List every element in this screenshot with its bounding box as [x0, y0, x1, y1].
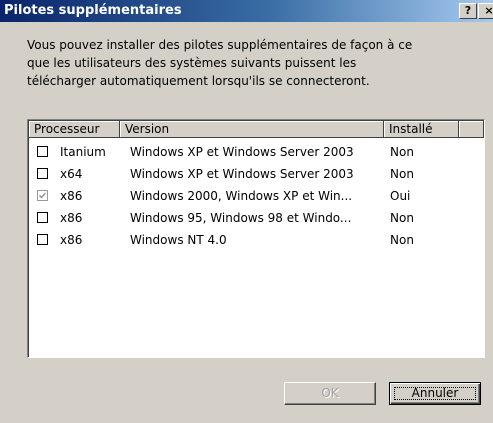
- driver-row[interactable]: x86 Windows NT 4.0 Non: [29, 229, 483, 251]
- ok-button: OK: [284, 382, 376, 405]
- processor-cell: x64: [60, 167, 83, 181]
- additional-drivers-dialog: Pilotes supplémentaires ? × Vous pouvez …: [0, 0, 493, 423]
- column-header-empty[interactable]: [459, 121, 484, 138]
- version-cell: Windows XP et Windows Server 2003: [130, 167, 354, 181]
- driver-checkbox[interactable]: [37, 168, 48, 179]
- column-header-version[interactable]: Version: [120, 121, 384, 138]
- driver-row[interactable]: x86 Windows 95, Windows 98 et Windo... N…: [29, 207, 483, 229]
- processor-cell: x86: [60, 211, 83, 225]
- driver-checkbox[interactable]: [37, 146, 48, 157]
- cancel-button[interactable]: Annuler: [389, 382, 481, 405]
- driver-checkbox[interactable]: [37, 234, 48, 245]
- cancel-button-label: Annuler: [411, 386, 459, 400]
- processor-cell: Itanium: [60, 145, 106, 159]
- version-cell: Windows XP et Windows Server 2003: [130, 145, 354, 159]
- driver-row[interactable]: x86 Windows 2000, Windows XP et Win... O…: [29, 185, 483, 207]
- processor-cell: x86: [60, 233, 83, 247]
- version-cell: Windows NT 4.0: [130, 233, 227, 247]
- help-button[interactable]: ?: [459, 3, 477, 19]
- driver-checkbox-checked: [37, 190, 48, 201]
- installed-cell: Non: [390, 167, 414, 181]
- installed-cell: Non: [390, 145, 414, 159]
- installed-cell: Non: [390, 233, 414, 247]
- column-header-installed[interactable]: Installé: [384, 121, 459, 138]
- description-text: Vous pouvez installer des pilotes supplé…: [27, 38, 413, 88]
- title-bar[interactable]: Pilotes supplémentaires ? ×: [0, 0, 493, 22]
- checkmark-icon: [38, 192, 47, 199]
- dialog-title: Pilotes supplémentaires: [4, 3, 182, 18]
- installed-cell: Non: [390, 211, 414, 225]
- processor-cell: x86: [60, 189, 83, 203]
- installed-cell: Oui: [390, 189, 411, 203]
- close-button[interactable]: ×: [478, 3, 493, 19]
- version-cell: Windows 95, Windows 98 et Windo...: [130, 211, 352, 225]
- driver-checkbox[interactable]: [37, 212, 48, 223]
- driver-row[interactable]: Itanium Windows XP et Windows Server 200…: [29, 141, 483, 163]
- driver-row[interactable]: x64 Windows XP et Windows Server 2003 No…: [29, 163, 483, 185]
- version-cell: Windows 2000, Windows XP et Win...: [130, 189, 353, 203]
- drivers-list[interactable]: Processeur Version Installé Itanium Wind…: [27, 119, 485, 358]
- column-header-processor[interactable]: Processeur: [29, 121, 120, 138]
